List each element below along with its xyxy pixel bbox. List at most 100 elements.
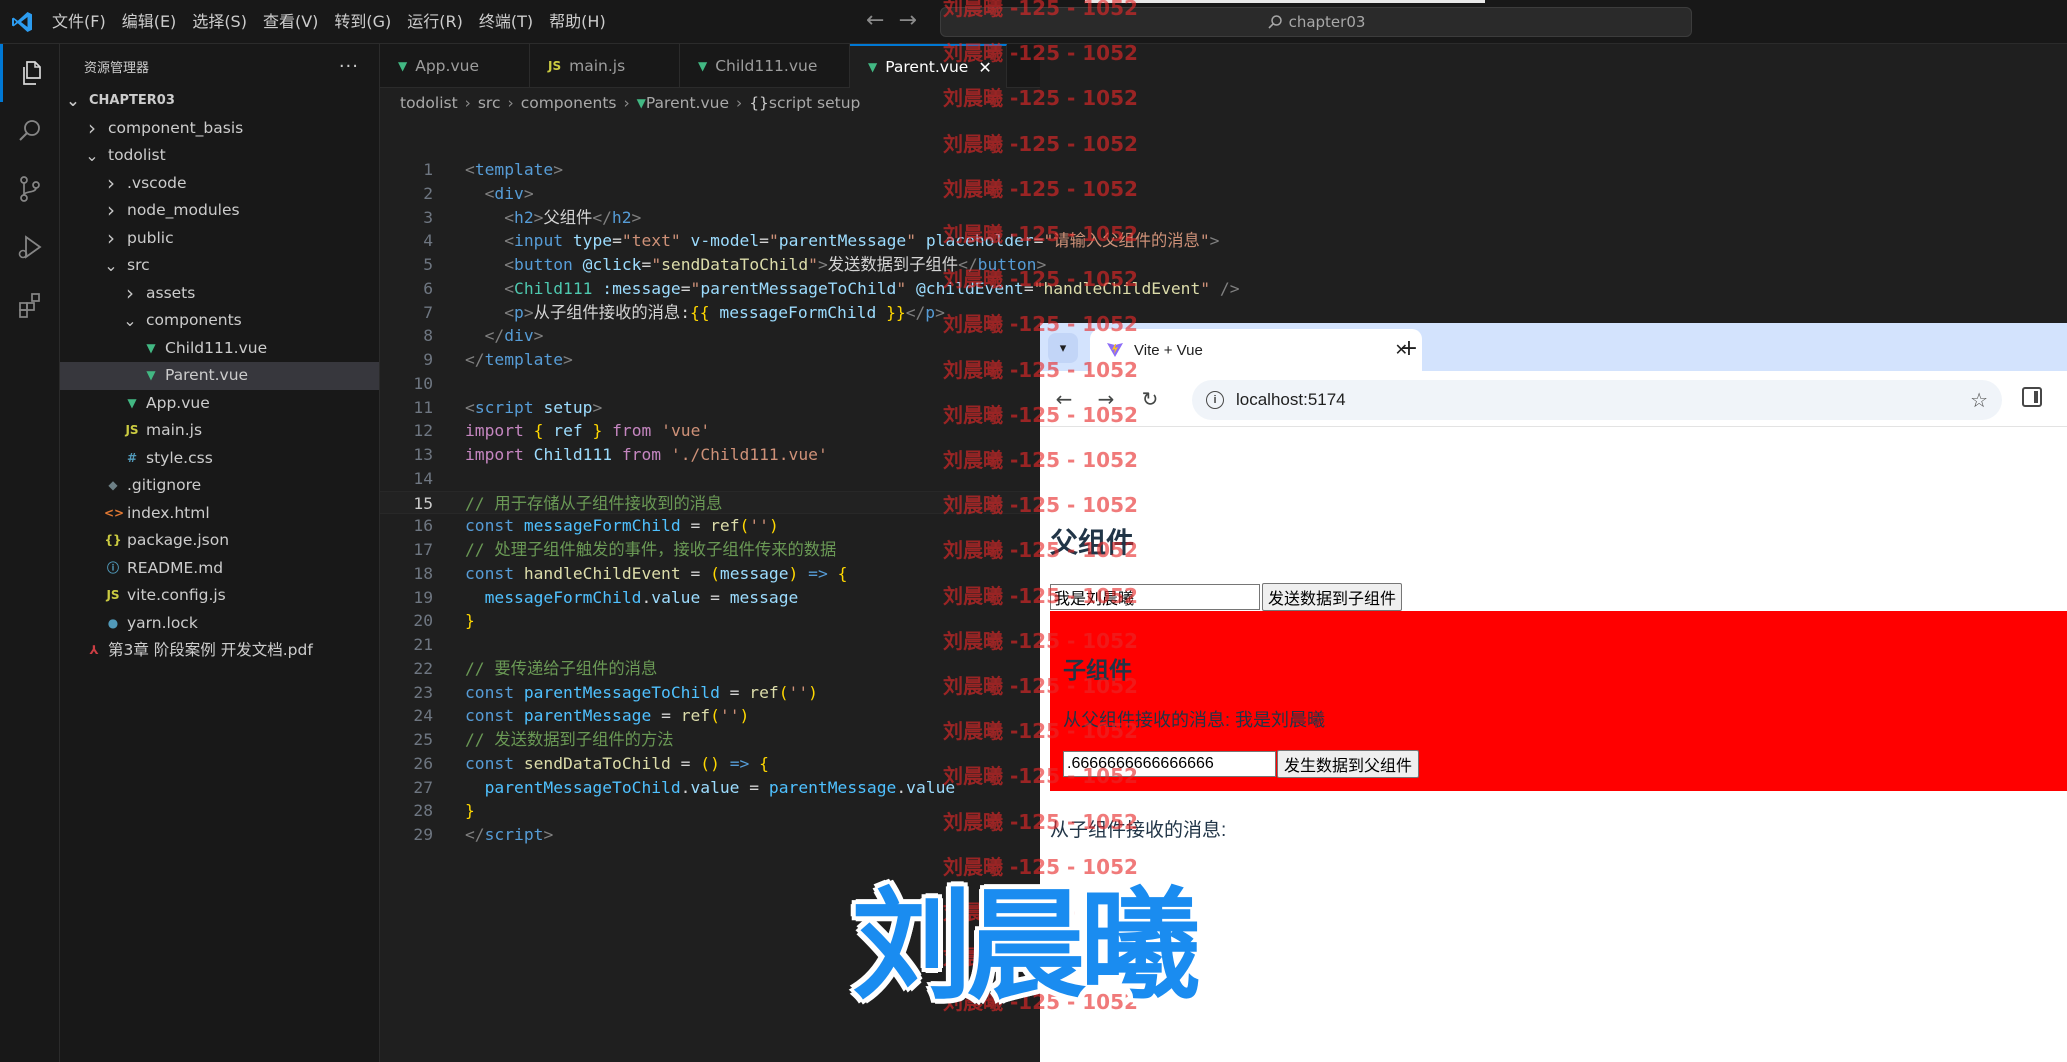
close-tab-icon[interactable]: ✕ [978,58,991,77]
tree-item[interactable]: {} package.json [60,527,379,555]
code-text: messageFormChild.value = message [484,587,799,607]
parent-message-input[interactable] [1050,584,1260,610]
run-debug-icon[interactable] [0,218,60,276]
explorer-sidebar: 资源管理器 ··· ⌄ CHAPTER03 › component_basis ⌄ tod… [60,44,380,1062]
child-message-input[interactable] [1063,751,1276,777]
source-control-icon[interactable] [0,160,60,218]
tree-item[interactable]: › .vscode [60,170,379,198]
code-line: 16 const messageFormChild = ref('') [380,514,1040,538]
code-editor[interactable]: 1 <template> 2 <div> 3 <h2>父组件</h2> 4 <input… [380,158,1240,847]
workspace-name: chapter03 [1288,13,1366,31]
line-number: 2 [423,183,433,203]
breadcrumb-item[interactable]: components [521,94,617,112]
new-tab-plus-icon[interactable]: + [1392,331,1426,365]
code-line: 20} [380,609,1040,633]
code-line: 2 <div> [380,182,1040,206]
tree-item[interactable]: ⅄ 第3章 阶段案例 开发文档.pdf [60,637,379,665]
tree-item[interactable]: ● yarn.lock [60,610,379,638]
tree-item[interactable]: # style.css [60,445,379,473]
tree-item[interactable]: ◆ .gitignore [60,472,379,500]
code-text: const parentMessageToChild = ref('') [465,682,818,702]
tree-item[interactable]: ⓘ README.md [60,555,379,583]
breadcrumb-item[interactable]: todolist [400,94,458,112]
tree-item-label: README.md [127,558,224,577]
line-number: 22 [413,658,433,678]
editor-tab[interactable]: JS main.js [530,44,680,88]
tree-item[interactable]: ⌄ CHAPTER03 [60,87,379,115]
code-line: 5 <button @click="sendDataToChild">发送数据到… [380,253,1046,277]
send-to-parent-button[interactable]: 发生数据到父组件 [1277,750,1420,778]
url-text: localhost:5174 [1236,390,1346,409]
tree-item-label: component_basis [108,118,244,137]
editor-tab[interactable]: ▼ App.vue [380,44,530,88]
tab-search-chevron-icon[interactable]: ▾ [1048,333,1078,363]
code-line: 9 </template> [380,348,1040,372]
breadcrumb-item[interactable]: script setup [769,94,860,112]
vue-file-icon: ▼ [127,395,137,410]
line-number: 6 [423,278,433,298]
child-component-box: 子组件 从父组件接收的消息: 我是刘晨曦 发生数据到父组件 [1050,611,2067,791]
menu-item[interactable]: 终端(T) [471,0,541,44]
reload-icon[interactable]: ↻ [1136,385,1164,413]
browser-forward-icon[interactable]: → [1092,385,1120,413]
menu-item[interactable]: 编辑(E) [114,0,185,44]
menu-item[interactable]: 运行(R) [399,0,471,44]
tree-item-label: main.js [146,421,203,439]
browser-tab-title: Vite + Vue [1134,341,1203,359]
tree-item[interactable]: ⌄ todolist [60,142,379,170]
code-line: 6 <Child111 :message="parentMessageToChi… [380,277,1239,301]
menu-item[interactable]: 查看(V) [255,0,326,44]
browser-back-icon[interactable]: ← [1050,385,1078,413]
menu-item[interactable]: 转到(G) [326,0,399,44]
tree-item[interactable]: JS main.js [60,417,379,445]
bookmark-star-icon[interactable]: ☆ [1970,388,1988,413]
tree-item-label: style.css [146,448,213,467]
tree-item[interactable]: <> index.html [60,500,379,528]
code-text: <input type="text" v-model="parentMessag… [504,231,1220,251]
site-info-icon[interactable]: i [1206,391,1224,409]
menu-item[interactable]: 选择(S) [184,0,255,44]
explorer-icon[interactable] [0,44,60,102]
tree-item[interactable]: › assets [60,280,379,308]
more-actions-icon[interactable]: ··· [339,56,359,77]
breadcrumb-item[interactable]: Parent.vue [646,94,729,112]
tree-item[interactable]: › component_basis [60,115,379,143]
back-arrow-icon[interactable]: ← [866,8,884,33]
chevron-down-icon: ⌄ [85,146,99,165]
vue-file-icon: ▼ [698,59,708,73]
tree-item[interactable]: › node_modules [60,197,379,225]
command-center-search[interactable]: chapter03 [940,7,1692,37]
tree-item[interactable]: ▼ App.vue [60,390,379,418]
breadcrumb-item[interactable]: src [478,94,501,112]
extensions-icon[interactable] [0,276,60,334]
line-number: 26 [413,753,433,773]
html-file-icon: <> [104,505,125,520]
forward-arrow-icon[interactable]: → [898,8,916,33]
side-panel-icon[interactable] [2022,387,2042,407]
title-bar: 文件(F) 编辑(E) 选择(S) 查看(V) 转到(G) 运行(R) 终端(T) 帮助(H)… [0,0,2067,44]
line-number: 10 [413,373,433,393]
tree-item[interactable]: ▼ Parent.vue [60,362,379,390]
menu-item[interactable]: 帮助(H) [541,0,614,44]
code-line: 14 [380,467,1040,491]
search-icon[interactable] [0,102,60,160]
code-line: 3 <h2>父组件</h2> [380,206,1040,230]
line-number: 15 [413,493,433,513]
code-line: 18 const handleChildEvent = (message) => … [380,562,1040,586]
browser-tab-vite[interactable]: Vite + Vue ✕ [1090,329,1422,371]
tree-item[interactable]: JS vite.config.js [60,582,379,610]
tree-item[interactable]: ⌄ src [60,252,379,280]
editor-tab[interactable]: ▼ Parent.vue ✕ [850,44,1007,88]
tree-item[interactable]: ⌄ components [60,307,379,335]
editor-tab[interactable]: ▼ Child111.vue [680,44,850,88]
pdf-file-icon: ⅄ [89,643,99,657]
activity-bar [0,44,60,1062]
send-to-child-button[interactable]: 发送数据到子组件 [1262,583,1403,611]
line-number: 19 [413,587,433,607]
tree-item-label: CHAPTER03 [89,93,175,108]
tree-item[interactable]: ▼ Child111.vue [60,335,379,363]
tree-item[interactable]: › public [60,225,379,253]
css-file-icon: # [126,450,138,465]
menu-item[interactable]: 文件(F) [44,0,114,44]
address-bar[interactable]: i localhost:5174 ☆ [1192,380,2002,420]
